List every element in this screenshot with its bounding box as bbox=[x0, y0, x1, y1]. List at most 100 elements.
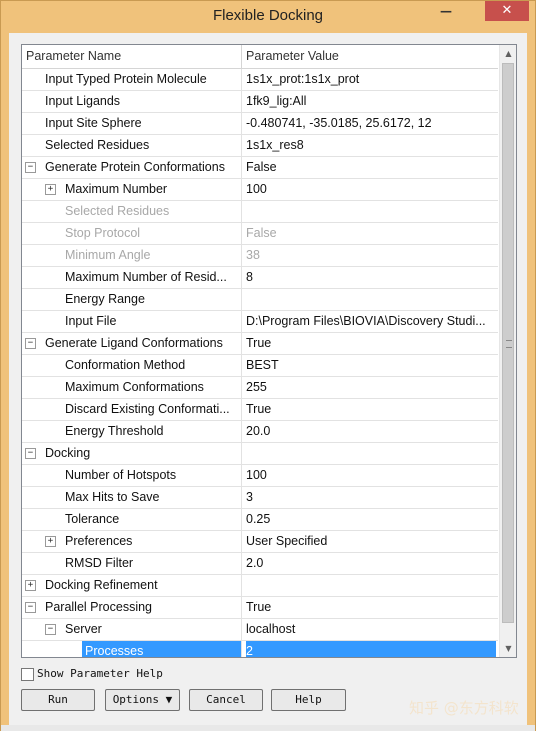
parameter-name: Max Hits to Save bbox=[65, 490, 160, 504]
parameter-row[interactable]: Input Site Sphere -0.480741, -35.0185, 25… bbox=[22, 113, 498, 135]
cell-divider bbox=[241, 113, 242, 134]
parameter-value[interactable]: 8 bbox=[246, 267, 496, 288]
collapse-icon[interactable]: − bbox=[25, 338, 36, 349]
parameter-name: Tolerance bbox=[65, 512, 120, 526]
parameter-value[interactable]: -0.480741, -35.0185, 25.6172, 12 bbox=[246, 113, 496, 134]
parameter-value[interactable]: 2.0 bbox=[246, 553, 496, 574]
cell-divider bbox=[241, 135, 242, 156]
parameter-row[interactable]: Maximum Number of Resid... 8 bbox=[22, 267, 498, 289]
close-button[interactable]: ✕ bbox=[485, 1, 529, 21]
parameter-value[interactable]: User Specified bbox=[246, 531, 496, 552]
parameter-row[interactable]: Number of Hotspots 100 bbox=[22, 465, 498, 487]
parameter-row[interactable]: − Server localhost bbox=[22, 619, 498, 641]
expand-icon[interactable]: + bbox=[45, 184, 56, 195]
parameter-row[interactable]: − Generate Ligand Conformations True bbox=[22, 333, 498, 355]
parameter-name: Energy Range bbox=[65, 292, 145, 306]
parameter-row[interactable]: + Docking Refinement bbox=[22, 575, 498, 597]
parameter-row[interactable]: Selected Residues bbox=[22, 201, 498, 223]
parameter-row[interactable]: − Generate Protein Conformations False bbox=[22, 157, 498, 179]
parameter-row[interactable]: Tolerance 0.25 bbox=[22, 509, 498, 531]
cell-divider bbox=[241, 157, 242, 178]
parameter-value bbox=[246, 201, 496, 222]
parameter-name: Maximum Conformations bbox=[65, 380, 204, 394]
parameter-row[interactable]: Input Typed Protein Molecule 1s1x_prot:1s… bbox=[22, 69, 498, 91]
parameter-row[interactable]: Discard Existing Conformati... True bbox=[22, 399, 498, 421]
scroll-thumb[interactable] bbox=[502, 63, 514, 623]
parameter-value[interactable]: 1s1x_res8 bbox=[246, 135, 496, 156]
parameter-row[interactable]: Stop Protocol False bbox=[22, 223, 498, 245]
collapse-icon[interactable]: − bbox=[25, 162, 36, 173]
parameter-name: Maximum Number of Resid... bbox=[65, 270, 227, 284]
parameter-name: Generate Protein Conformations bbox=[45, 160, 225, 174]
column-divider[interactable] bbox=[241, 45, 242, 68]
parameter-value[interactable]: True bbox=[246, 399, 496, 420]
parameter-name: Input Ligands bbox=[45, 94, 121, 108]
run-button[interactable]: Run bbox=[21, 689, 95, 711]
parameter-value: False bbox=[246, 226, 277, 240]
cell-divider bbox=[241, 377, 242, 398]
scroll-down-icon[interactable]: ▼ bbox=[500, 640, 516, 657]
parameter-row[interactable]: Maximum Conformations 255 bbox=[22, 377, 498, 399]
parameter-grid[interactable]: Parameter Name Parameter Value Input Typ… bbox=[21, 44, 517, 658]
watermark-text: 知乎 @东方科软 bbox=[409, 699, 519, 717]
parameter-value[interactable] bbox=[246, 575, 496, 596]
parameter-row[interactable]: + Maximum Number 100 bbox=[22, 179, 498, 201]
parameter-row[interactable]: Input File D:\Program Files\BIOVIA\Discov… bbox=[22, 311, 498, 333]
parameter-row[interactable]: Selected Residues 1s1x_res8 bbox=[22, 135, 498, 157]
minimize-button[interactable]: — bbox=[433, 1, 459, 21]
parameter-name: Minimum Angle bbox=[65, 248, 151, 262]
cell-divider bbox=[241, 91, 242, 112]
parameter-value[interactable]: BEST bbox=[246, 355, 496, 376]
collapse-icon[interactable]: − bbox=[25, 448, 36, 459]
parameter-value[interactable] bbox=[246, 443, 496, 464]
parameter-value[interactable]: 100 bbox=[246, 179, 496, 200]
parameter-row[interactable]: − Parallel Processing True bbox=[22, 597, 498, 619]
expand-icon[interactable]: + bbox=[25, 580, 36, 591]
parameter-row[interactable]: − Docking bbox=[22, 443, 498, 465]
vertical-scrollbar[interactable]: ▲ ▼ bbox=[499, 45, 516, 657]
options-button[interactable]: Options ▼ bbox=[105, 689, 180, 711]
parameter-value[interactable]: 100 bbox=[246, 465, 496, 486]
parameter-value[interactable]: False bbox=[246, 157, 496, 178]
parameter-name: Input File bbox=[65, 314, 117, 328]
parameter-name: Number of Hotspots bbox=[65, 468, 177, 482]
parameter-name: Processes bbox=[85, 644, 144, 658]
parameter-name: Parallel Processing bbox=[45, 600, 152, 614]
parameter-value[interactable]: 1s1x_prot:1s1x_prot bbox=[246, 69, 496, 90]
parameter-value[interactable]: localhost bbox=[246, 619, 496, 640]
title-bar[interactable]: Flexible Docking — ✕ bbox=[1, 1, 535, 33]
parameter-value[interactable]: D:\Program Files\BIOVIA\Discovery Studi.… bbox=[246, 311, 496, 332]
parameter-row[interactable]: Minimum Angle 38 bbox=[22, 245, 498, 267]
parameter-value[interactable]: 1fk9_lig:All bbox=[246, 91, 496, 112]
parameter-value[interactable]: True bbox=[246, 333, 496, 354]
parameter-row[interactable]: Energy Range bbox=[22, 289, 498, 311]
parameter-value[interactable]: 20.0 bbox=[246, 421, 496, 442]
column-header-name[interactable]: Parameter Name bbox=[26, 45, 121, 68]
parameter-value[interactable]: 3 bbox=[246, 487, 496, 508]
scroll-up-icon[interactable]: ▲ bbox=[500, 45, 516, 62]
parameter-row[interactable]: + Preferences User Specified bbox=[22, 531, 498, 553]
cell-divider bbox=[241, 245, 242, 266]
cancel-button[interactable]: Cancel bbox=[189, 689, 263, 711]
parameter-row[interactable]: Max Hits to Save 3 bbox=[22, 487, 498, 509]
parameter-value[interactable]: 0.25 bbox=[246, 509, 496, 530]
parameter-row[interactable]: Energy Threshold 20.0 bbox=[22, 421, 498, 443]
window-bottom-edge bbox=[1, 725, 535, 731]
parameter-row[interactable]: Conformation Method BEST bbox=[22, 355, 498, 377]
parameter-name: Server bbox=[65, 622, 102, 636]
column-header-value[interactable]: Parameter Value bbox=[246, 45, 339, 68]
parameter-row[interactable]: RMSD Filter 2.0 bbox=[22, 553, 498, 575]
parameter-value[interactable]: 255 bbox=[246, 377, 496, 398]
parameter-row[interactable]: Input Ligands 1fk9_lig:All bbox=[22, 91, 498, 113]
parameter-name: Generate Ligand Conformations bbox=[45, 336, 223, 350]
parameter-row[interactable]: Processes 2 bbox=[22, 641, 498, 658]
collapse-icon[interactable]: − bbox=[45, 624, 56, 635]
parameter-value[interactable]: True bbox=[246, 597, 496, 618]
help-button[interactable]: Help bbox=[271, 689, 346, 711]
cell-divider bbox=[241, 267, 242, 288]
collapse-icon[interactable]: − bbox=[25, 602, 36, 613]
show-help-checkbox[interactable] bbox=[21, 668, 34, 681]
expand-icon[interactable]: + bbox=[45, 536, 56, 547]
parameter-value[interactable] bbox=[246, 289, 496, 310]
parameter-value[interactable]: 2 bbox=[246, 641, 496, 657]
